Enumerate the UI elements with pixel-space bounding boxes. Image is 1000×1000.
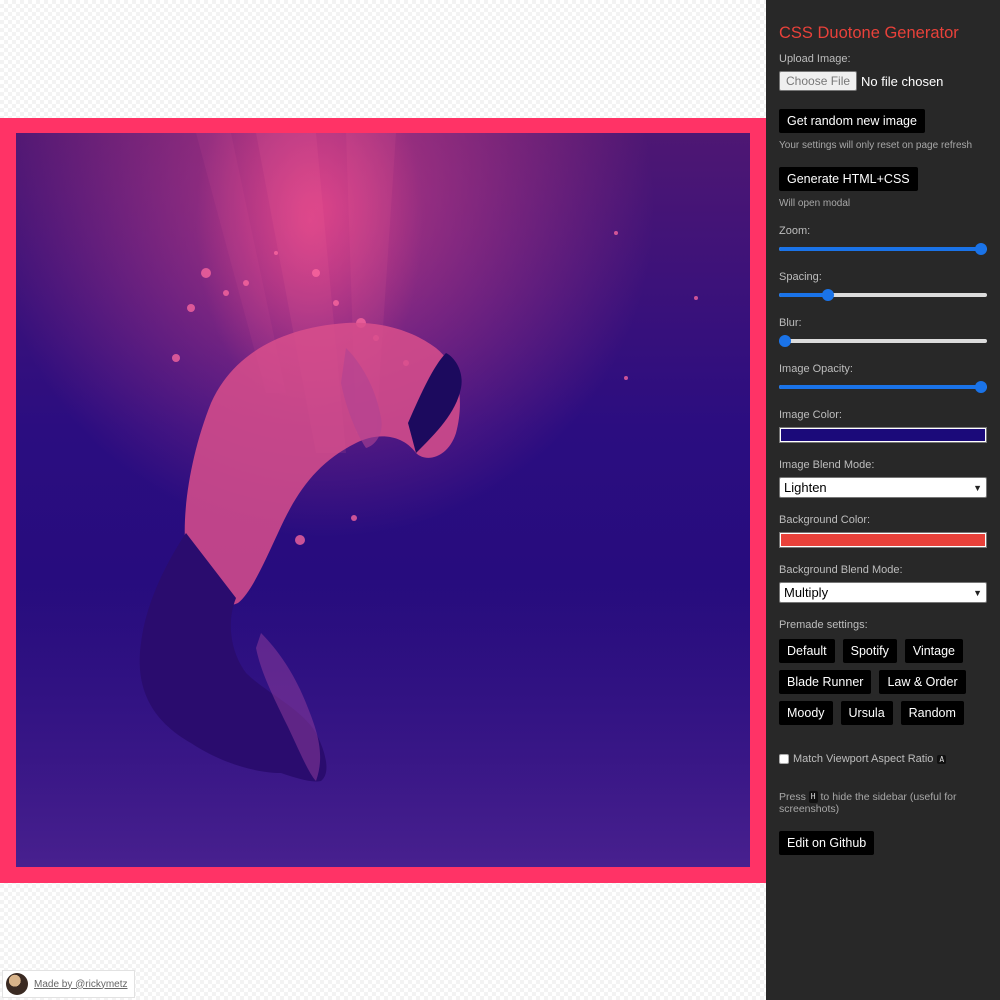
generate-css-hint: Will open modal [779, 198, 851, 209]
blur-slider-thumb[interactable] [779, 335, 791, 347]
image-color-picker[interactable] [779, 427, 987, 443]
opacity-label: Image Opacity: [779, 363, 853, 375]
zoom-label: Zoom: [779, 225, 811, 237]
preset-blade-runner-button[interactable]: Blade Runner [779, 670, 872, 694]
zoom-slider[interactable] [779, 243, 987, 255]
hide-sidebar-hint-prefix: Press [779, 791, 806, 803]
preset-vintage-button[interactable]: Vintage [904, 639, 963, 663]
background-blend-select[interactable]: Multiply ▼ [779, 582, 987, 603]
aspect-ratio-label: Match Viewport Aspect Ratio [793, 753, 934, 765]
upload-label: Upload Image: [779, 53, 851, 65]
spacing-slider[interactable] [779, 289, 987, 301]
opacity-slider-thumb[interactable] [975, 381, 987, 393]
author-credit[interactable]: Made by @rickymetz [2, 970, 135, 998]
hide-sidebar-hint: Press H to hide the sidebar (useful for … [779, 791, 987, 815]
chevron-down-icon: ▼ [973, 482, 982, 493]
background-color-swatch [781, 534, 985, 546]
preset-default-button[interactable]: Default [779, 639, 835, 663]
spacing-slider-thumb[interactable] [822, 289, 835, 301]
file-status: No file chosen [861, 73, 944, 89]
image-color-swatch [781, 429, 985, 441]
duotone-preview-image [16, 133, 750, 867]
author-avatar [6, 973, 28, 995]
preset-spotify-button[interactable]: Spotify [842, 639, 897, 663]
preset-ursula-button[interactable]: Ursula [840, 701, 893, 725]
github-button[interactable]: Edit on Github [779, 831, 875, 856]
zoom-slider-thumb[interactable] [975, 243, 987, 255]
choose-file-button[interactable]: Choose File [779, 71, 858, 91]
app-title: CSS Duotone Generator [779, 24, 959, 42]
blur-slider[interactable] [779, 335, 987, 347]
spacing-label: Spacing: [779, 271, 822, 283]
image-blend-label: Image Blend Mode: [779, 459, 875, 471]
background-color-label: Background Color: [779, 514, 871, 526]
underwater-figure-illustration [16, 133, 750, 867]
image-color-label: Image Color: [779, 409, 842, 421]
preset-law-and-order-button[interactable]: Law & Order [879, 670, 966, 694]
duotone-preview-frame [0, 118, 766, 883]
opacity-slider[interactable] [779, 381, 987, 393]
background-color-picker[interactable] [779, 532, 987, 548]
background-blend-label: Background Blend Mode: [779, 564, 903, 576]
background-blend-value: Multiply [784, 585, 829, 600]
preset-buttons: Default Spotify Vintage Blade Runner Law… [779, 639, 989, 725]
aspect-ratio-checkbox[interactable] [779, 754, 789, 764]
file-upload: Choose File No file chosen [779, 71, 987, 91]
image-blend-select[interactable]: Lighten ▼ [779, 477, 987, 498]
random-image-hint: Your settings will only reset on page re… [779, 140, 973, 151]
hide-sidebar-shortcut: H [808, 791, 818, 804]
aspect-ratio-option: Match Viewport Aspect Ratio A [779, 753, 987, 765]
premade-label: Premade settings: [779, 619, 868, 631]
author-link[interactable]: Made by @rickymetz [34, 979, 128, 990]
random-image-button[interactable]: Get random new image [779, 109, 925, 133]
image-blend-value: Lighten [784, 480, 827, 495]
generate-css-button[interactable]: Generate HTML+CSS [779, 167, 918, 191]
blur-label: Blur: [779, 317, 802, 329]
preset-random-button[interactable]: Random [900, 701, 964, 725]
settings-sidebar: CSS Duotone Generator Upload Image: Choo… [766, 0, 1000, 1000]
aspect-ratio-shortcut: A [937, 754, 947, 764]
chevron-down-icon: ▼ [973, 587, 982, 598]
hide-sidebar-hint-suffix: to hide the sidebar (useful for screensh… [779, 791, 957, 816]
preset-moody-button[interactable]: Moody [779, 701, 833, 725]
